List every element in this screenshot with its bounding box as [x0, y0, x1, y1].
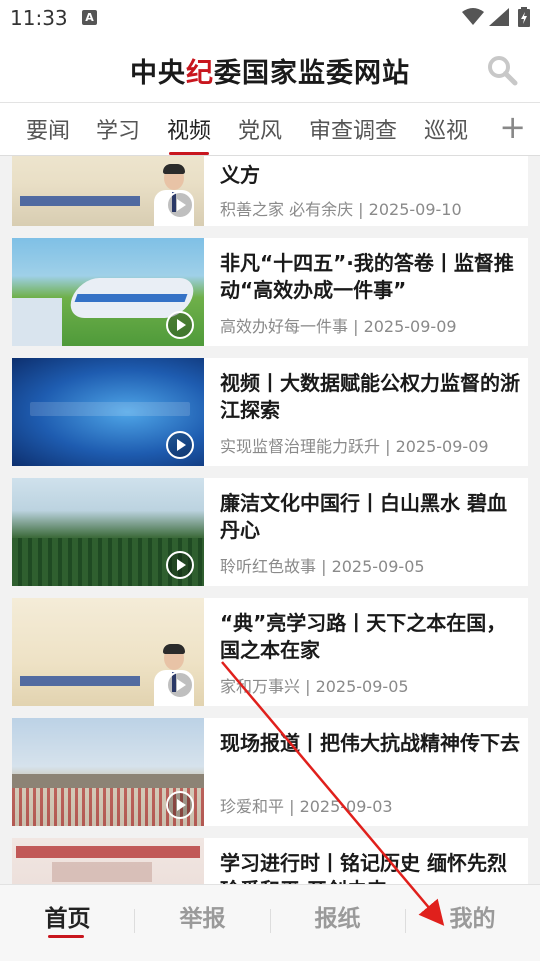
signal-icon [489, 8, 509, 26]
notification-icon: A [82, 10, 97, 25]
nav-report[interactable]: 举报 [135, 899, 270, 933]
list-item[interactable]: 视频丨大数据赋能公权力监督的浙江探索 实现监督治理能力跃升 | 2025-09-… [12, 358, 528, 466]
article-meta: 聆听红色故事 | 2025-09-05 [220, 557, 425, 576]
add-tab-icon[interactable]: + [499, 109, 526, 145]
nav-mine[interactable]: 我的 [405, 899, 540, 933]
article-meta: 积善之家 必有余庆 | 2025-09-10 [220, 200, 462, 219]
list-item[interactable]: “典”亮学习路丨天下之本在国，国之本在家 家和万事兴 | 2025-09-05 [12, 598, 528, 706]
tab-dangfeng[interactable]: 党风 [238, 113, 282, 155]
article-title: 现场报道丨把伟大抗战精神传下去 [220, 731, 520, 755]
play-icon [166, 791, 194, 819]
status-bar: 11:33 A [0, 0, 540, 36]
search-icon[interactable] [486, 54, 518, 86]
tab-xunshi[interactable]: 巡视 [424, 113, 468, 155]
article-title: “典”亮学习路丨天下之本在国，国之本在家 [220, 611, 507, 662]
site-title: 中央纪委国家监委网站 [130, 58, 410, 89]
play-icon [166, 191, 194, 219]
list-item[interactable]: 非凡“十四五”·我的答卷丨监督推动“高效办成一件事” 高效办好每一件事 | 20… [12, 238, 528, 346]
tab-shipin[interactable]: 视频 [167, 113, 211, 155]
wifi-icon [462, 8, 484, 25]
article-meta: 实现监督治理能力跃升 | 2025-09-09 [220, 437, 489, 456]
list-item[interactable]: 现场报道丨把伟大抗战精神传下去 珍爱和平 | 2025-09-03 [12, 718, 528, 826]
video-thumbnail [12, 838, 204, 884]
article-title: 视频丨大数据赋能公权力监督的浙江探索 [220, 371, 520, 422]
status-time: 11:33 [10, 6, 68, 30]
tab-shenchadiaocha[interactable]: 审查调查 [309, 113, 397, 155]
video-list: 义方 积善之家 必有余庆 | 2025-09-10 非凡“十四五”·我的答卷丨监… [0, 156, 540, 884]
nav-home[interactable]: 首页 [0, 899, 135, 933]
play-icon [166, 431, 194, 459]
active-indicator [48, 935, 84, 938]
article-meta: 高效办好每一件事 | 2025-09-09 [220, 317, 457, 336]
play-icon [166, 671, 194, 699]
article-title: 学习进行时丨铭记历史 缅怀先烈 珍爱和平 开创未来 [220, 851, 507, 884]
list-item[interactable]: 学习进行时丨铭记历史 缅怀先烈 珍爱和平 开创未来 [12, 838, 528, 884]
app-header: 中央纪委国家监委网站 [0, 36, 540, 103]
battery-icon [518, 7, 530, 27]
article-meta: 珍爱和平 | 2025-09-03 [220, 797, 393, 816]
article-meta: 家和万事兴 | 2025-09-05 [220, 677, 409, 696]
play-icon [166, 551, 194, 579]
article-title: 非凡“十四五”·我的答卷丨监督推动“高效办成一件事” [220, 251, 514, 302]
article-title: 廉洁文化中国行丨白山黑水 碧血丹心 [220, 491, 507, 542]
list-item[interactable]: 义方 积善之家 必有余庆 | 2025-09-10 [12, 156, 528, 226]
play-icon [166, 311, 194, 339]
article-title: 义方 [220, 163, 260, 187]
tab-yaowen[interactable]: 要闻 [26, 113, 70, 155]
nav-newspaper[interactable]: 报纸 [270, 899, 405, 933]
tab-xuexi[interactable]: 学习 [96, 113, 140, 155]
list-item[interactable]: 廉洁文化中国行丨白山黑水 碧血丹心 聆听红色故事 | 2025-09-05 [12, 478, 528, 586]
category-tabs: 要闻 学习 视频 党风 审查调查 巡视 + [0, 103, 540, 156]
bottom-nav: 首页 举报 报纸 我的 [0, 884, 540, 961]
